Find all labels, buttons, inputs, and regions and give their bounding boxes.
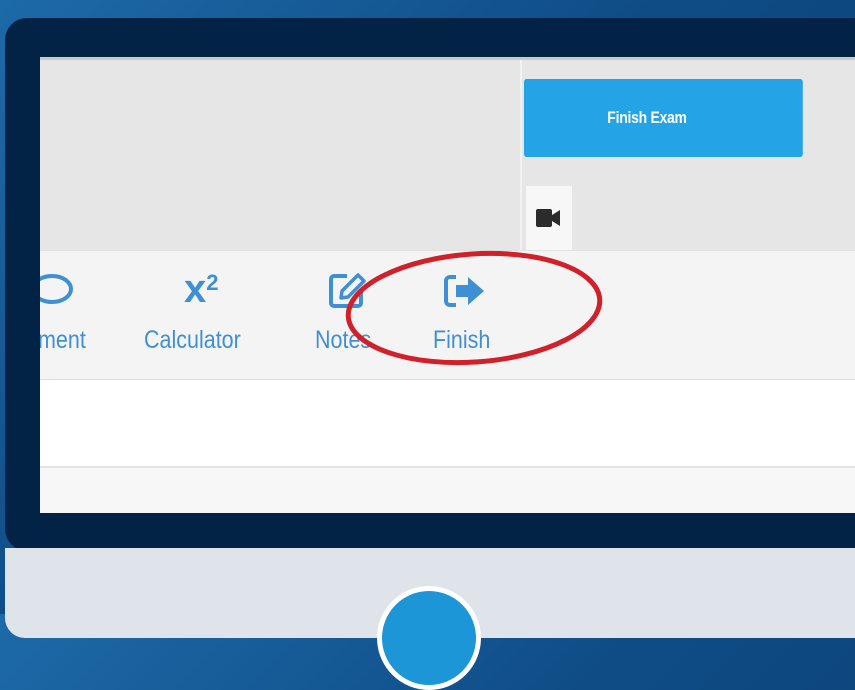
finish-exam-button[interactable]: Finish Exam	[524, 79, 803, 157]
superscript-x2-icon: x2	[184, 267, 219, 311]
toolbar-item-notes[interactable]: Notes	[314, 251, 394, 379]
toolbar-label-comment: ment	[40, 326, 86, 354]
toolbar-item-finish[interactable]: Finish	[432, 251, 522, 379]
toolbar-label-notes: Notes	[315, 326, 372, 354]
video-camera-icon	[536, 209, 560, 227]
toolbar-item-calculator[interactable]: x2 Calculator	[144, 251, 284, 379]
question-area	[40, 380, 855, 468]
camera-panel[interactable]	[526, 186, 572, 250]
toolbar-label-finish: Finish	[433, 326, 491, 354]
toolbar-label-calculator: Calculator	[144, 326, 241, 354]
toolbar-item-comment[interactable]: ment	[40, 251, 112, 379]
question-footer	[40, 468, 855, 513]
finish-exam-label: Finish Exam	[607, 108, 687, 127]
edit-note-icon	[329, 273, 366, 308]
exam-toolbar: ment x2 Calculator Notes Finish	[40, 250, 855, 380]
comment-icon	[40, 274, 73, 304]
header-divider	[520, 60, 522, 250]
sign-out-icon	[444, 275, 484, 307]
exam-screen: Finish Exam ment x2 Calculator Notes Fin…	[40, 57, 855, 513]
home-button	[377, 586, 481, 690]
